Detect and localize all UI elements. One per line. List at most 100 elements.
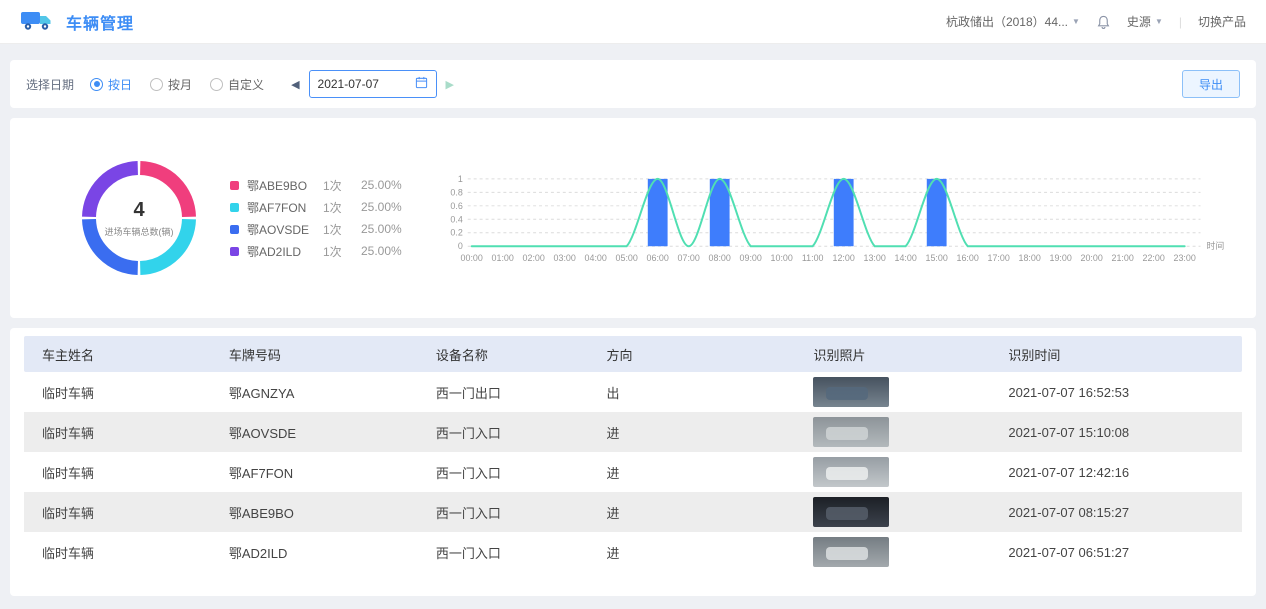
legend-item[interactable]: 鄂AF7FON1次25.00% bbox=[230, 196, 402, 218]
owner-cell: 临时车辆 bbox=[24, 492, 219, 532]
svg-text:18:00: 18:00 bbox=[1018, 253, 1040, 263]
topbar-right: 杭政储出（2018）44... ▼ 史源 ▼ | 切换产品 bbox=[946, 13, 1246, 30]
vehicle-photo[interactable] bbox=[813, 377, 889, 407]
line-chart-svg: 00.20.40.60.8100:0001:0002:0003:0004:000… bbox=[436, 167, 1228, 270]
direction-cell: 进 bbox=[596, 492, 803, 532]
device-cell: 西一门入口 bbox=[426, 412, 597, 452]
svg-text:14:00: 14:00 bbox=[894, 253, 916, 263]
svg-text:06:00: 06:00 bbox=[646, 253, 668, 263]
radio-date-mode-2[interactable]: 自定义 bbox=[210, 76, 264, 93]
legend-plate: 鄂AD2ILD bbox=[247, 243, 323, 260]
device-cell: 西一门出口 bbox=[426, 372, 597, 412]
column-header: 设备名称 bbox=[426, 336, 597, 372]
notification-bell-icon[interactable] bbox=[1096, 14, 1111, 30]
legend-item[interactable]: 鄂ABE9BO1次25.00% bbox=[230, 174, 402, 196]
plate-cell: 鄂AF7FON bbox=[219, 452, 426, 492]
recognition-table-card: 车主姓名车牌号码设备名称方向识别照片识别时间 临时车辆鄂AGNZYA西一门出口出… bbox=[10, 328, 1256, 596]
svg-text:0: 0 bbox=[458, 241, 463, 251]
vehicle-photo[interactable] bbox=[813, 497, 889, 527]
next-day-arrow-icon[interactable]: ▶ bbox=[446, 78, 454, 91]
svg-text:1: 1 bbox=[458, 173, 463, 183]
time-cell: 2021-07-07 06:51:27 bbox=[998, 532, 1242, 572]
table-row: 临时车辆鄂AF7FON西一门入口进2021-07-07 12:42:16 bbox=[24, 452, 1242, 492]
entry-total-donut-chart: 4 进场车辆总数(辆) bbox=[74, 153, 204, 283]
page-title: 车辆管理 bbox=[66, 10, 134, 34]
svg-text:09:00: 09:00 bbox=[739, 253, 761, 263]
date-filter-label: 选择日期 bbox=[26, 76, 74, 93]
svg-text:22:00: 22:00 bbox=[1142, 253, 1164, 263]
plate-cell: 鄂AOVSDE bbox=[219, 412, 426, 452]
column-header: 方向 bbox=[596, 336, 803, 372]
svg-text:时间: 时间 bbox=[1206, 240, 1224, 251]
donut-svg bbox=[74, 153, 204, 283]
legend-swatch-icon bbox=[230, 181, 239, 190]
legend-count: 1次 bbox=[323, 221, 361, 238]
svg-text:07:00: 07:00 bbox=[677, 253, 699, 263]
chevron-down-icon: ▼ bbox=[1072, 17, 1080, 26]
device-cell: 西一门入口 bbox=[426, 492, 597, 532]
divider: | bbox=[1179, 15, 1182, 29]
column-header: 车牌号码 bbox=[219, 336, 426, 372]
legend-item[interactable]: 鄂AOVSDE1次25.00% bbox=[230, 218, 402, 240]
svg-text:17:00: 17:00 bbox=[987, 253, 1009, 263]
plate-cell: 鄂ABE9BO bbox=[219, 492, 426, 532]
legend-plate: 鄂AF7FON bbox=[247, 199, 323, 216]
user-menu[interactable]: 史源 ▼ bbox=[1127, 13, 1163, 30]
svg-text:0.8: 0.8 bbox=[450, 187, 462, 197]
table-row: 临时车辆鄂AOVSDE西一门入口进2021-07-07 15:10:08 bbox=[24, 412, 1242, 452]
radio-dot-icon bbox=[150, 78, 163, 91]
vehicle-photo[interactable] bbox=[813, 537, 889, 567]
filter-bar: 选择日期 按日 按月 自定义 ◀ 2021-07-07 ▶ 导出 bbox=[10, 60, 1256, 108]
vehicle-shape bbox=[826, 427, 869, 440]
table-row: 临时车辆鄂AGNZYA西一门出口出2021-07-07 16:52:53 bbox=[24, 372, 1242, 412]
svg-text:15:00: 15:00 bbox=[925, 253, 947, 263]
svg-text:05:00: 05:00 bbox=[615, 253, 637, 263]
radio-label: 按日 bbox=[108, 76, 132, 93]
donut-legend: 鄂ABE9BO1次25.00%鄂AF7FON1次25.00%鄂AOVSDE1次2… bbox=[230, 174, 402, 262]
svg-text:00:00: 00:00 bbox=[460, 253, 482, 263]
vehicle-shape bbox=[826, 547, 869, 560]
switch-product-link[interactable]: 切换产品 bbox=[1198, 13, 1246, 30]
radio-date-mode-1[interactable]: 按月 bbox=[150, 76, 192, 93]
user-name: 史源 bbox=[1127, 13, 1151, 30]
legend-item[interactable]: 鄂AD2ILD1次25.00% bbox=[230, 240, 402, 262]
vehicle-photo[interactable] bbox=[813, 417, 889, 447]
export-button[interactable]: 导出 bbox=[1182, 70, 1240, 98]
vehicle-photo[interactable] bbox=[813, 457, 889, 487]
calendar-icon bbox=[415, 76, 428, 92]
legend-percent: 25.00% bbox=[361, 200, 402, 214]
brand: 车辆管理 bbox=[20, 8, 134, 35]
date-value: 2021-07-07 bbox=[318, 77, 379, 91]
photo-cell bbox=[803, 532, 998, 572]
radio-date-mode-0[interactable]: 按日 bbox=[90, 76, 132, 93]
statistics-panel: 4 进场车辆总数(辆) 鄂ABE9BO1次25.00%鄂AF7FON1次25.0… bbox=[10, 118, 1256, 318]
top-bar: 车辆管理 杭政储出（2018）44... ▼ 史源 ▼ | 切换产品 bbox=[0, 0, 1266, 44]
svg-text:13:00: 13:00 bbox=[863, 253, 885, 263]
photo-cell bbox=[803, 452, 998, 492]
legend-percent: 25.00% bbox=[361, 244, 402, 258]
radio-dot-icon bbox=[210, 78, 223, 91]
table-row: 临时车辆鄂AD2ILD西一门入口进2021-07-07 06:51:27 bbox=[24, 532, 1242, 572]
legend-count: 1次 bbox=[323, 177, 361, 194]
radio-label: 自定义 bbox=[228, 76, 264, 93]
time-cell: 2021-07-07 12:42:16 bbox=[998, 452, 1242, 492]
column-header: 车主姓名 bbox=[24, 336, 219, 372]
project-selector[interactable]: 杭政储出（2018）44... ▼ bbox=[946, 13, 1080, 30]
owner-cell: 临时车辆 bbox=[24, 532, 219, 572]
legend-swatch-icon bbox=[230, 225, 239, 234]
owner-cell: 临时车辆 bbox=[24, 412, 219, 452]
svg-text:0.6: 0.6 bbox=[450, 200, 462, 210]
photo-cell bbox=[803, 372, 998, 412]
table-row: 临时车辆鄂ABE9BO西一门入口进2021-07-07 08:15:27 bbox=[24, 492, 1242, 532]
legend-count: 1次 bbox=[323, 199, 361, 216]
column-header: 识别照片 bbox=[803, 336, 998, 372]
legend-plate: 鄂AOVSDE bbox=[247, 221, 323, 238]
radio-label: 按月 bbox=[168, 76, 192, 93]
previous-day-arrow-icon[interactable]: ◀ bbox=[291, 78, 299, 91]
date-picker-input[interactable]: 2021-07-07 bbox=[309, 70, 437, 98]
svg-text:02:00: 02:00 bbox=[522, 253, 544, 263]
device-cell: 西一门入口 bbox=[426, 452, 597, 492]
legend-percent: 25.00% bbox=[361, 178, 402, 192]
vehicle-shape bbox=[826, 507, 869, 520]
direction-cell: 出 bbox=[596, 372, 803, 412]
